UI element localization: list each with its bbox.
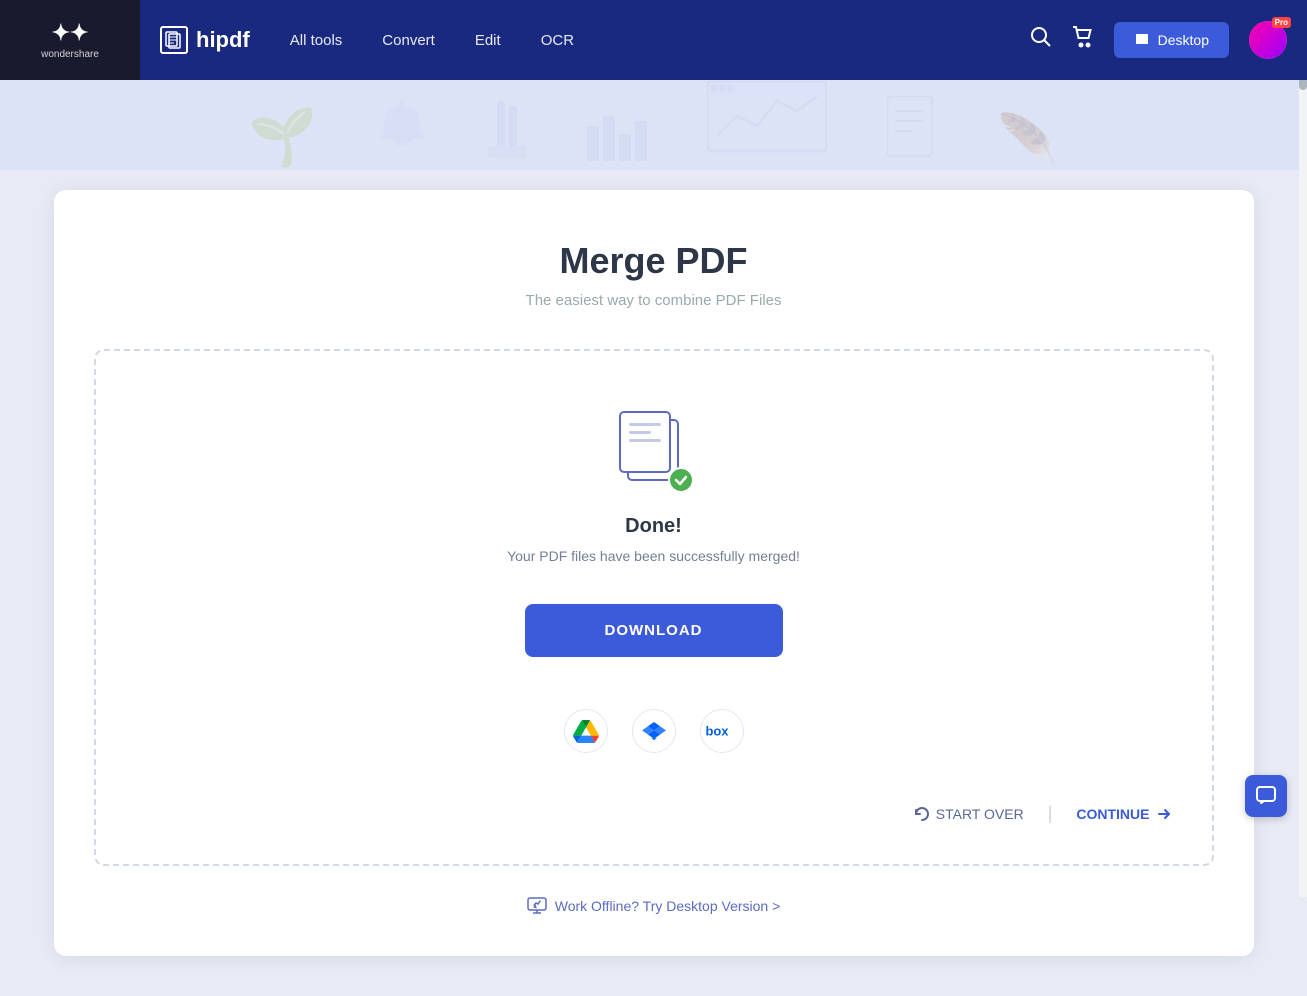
main-card: Merge PDF The easiest way to combine PDF…	[54, 190, 1254, 956]
wondershare-logo: ✦✦ wondershare	[41, 20, 99, 60]
start-over-button[interactable]: START OVER	[914, 806, 1024, 822]
page-subtitle: The easiest way to combine PDF Files	[94, 292, 1214, 309]
hero-feather-icon: 🪶	[997, 111, 1059, 170]
gdrive-button[interactable]	[564, 709, 608, 753]
doc-line-2	[629, 431, 651, 434]
desktop-banner-text: Work Offline? Try Desktop Version >	[555, 898, 781, 914]
svg-text:box: box	[705, 723, 729, 738]
desktop-btn-label: Desktop	[1158, 32, 1209, 48]
merged-doc-icon	[619, 411, 689, 491]
doc-front	[619, 411, 671, 473]
hero-chart-icon	[587, 106, 647, 166]
brand-logo[interactable]: ✦✦ wondershare	[0, 0, 140, 80]
nav-edit[interactable]: Edit	[475, 32, 501, 49]
download-wrapper: DOWNLOAD	[136, 604, 1172, 685]
pro-badge: Pro	[1272, 17, 1291, 28]
hipdf-logo[interactable]: hipdf	[160, 26, 250, 54]
doc-line-3	[629, 439, 661, 442]
scrollbar[interactable]	[1299, 0, 1307, 897]
user-avatar[interactable]: Pro	[1249, 21, 1287, 59]
desktop-banner-icon	[527, 896, 547, 916]
nav-convert[interactable]: Convert	[382, 32, 435, 49]
hero-background: 🌱	[0, 80, 1307, 170]
hero-doc-icon	[887, 96, 937, 166]
continue-button[interactable]: CONTINUE	[1076, 806, 1171, 822]
nav-ocr[interactable]: OCR	[541, 32, 574, 49]
cart-button[interactable]	[1072, 26, 1094, 54]
hero-pencils-icon	[487, 101, 527, 166]
chat-button[interactable]	[1245, 775, 1287, 817]
hero-monitor-icon	[707, 81, 827, 166]
start-over-label: START OVER	[936, 806, 1024, 822]
success-icon-wrapper	[136, 411, 1172, 491]
actions-divider: |	[1048, 803, 1053, 824]
desktop-button[interactable]: Desktop	[1114, 22, 1229, 58]
continue-label: CONTINUE	[1076, 806, 1149, 822]
bottom-actions: START OVER | CONTINUE	[136, 783, 1172, 824]
hero-plant-icon: 🌱	[248, 104, 318, 170]
nav-links: All tools Convert Edit OCR	[290, 32, 1030, 49]
nav-actions: Desktop Pro	[1030, 21, 1287, 59]
done-subtitle: Your PDF files have been successfully me…	[136, 548, 1172, 564]
box-button[interactable]: box	[700, 709, 744, 753]
hipdf-text: hipdf	[196, 27, 250, 53]
hero-icons: 🌱	[248, 81, 1060, 170]
main-content: Merge PDF The easiest way to combine PDF…	[0, 170, 1307, 996]
desktop-banner[interactable]: Work Offline? Try Desktop Version >	[94, 896, 1214, 916]
nav-all-tools[interactable]: All tools	[290, 32, 343, 49]
dropbox-button[interactable]	[632, 709, 676, 753]
wondershare-label: wondershare	[41, 49, 99, 60]
download-button[interactable]: DOWNLOAD	[525, 604, 783, 657]
search-button[interactable]	[1030, 26, 1052, 54]
result-area: Done! Your PDF files have been successfu…	[94, 349, 1214, 866]
cloud-icons-row: box	[136, 709, 1172, 753]
doc-line-1	[629, 423, 661, 426]
hipdf-icon-box	[160, 26, 188, 54]
hero-bell-icon	[377, 99, 427, 166]
done-title: Done!	[136, 515, 1172, 538]
navbar: ✦✦ wondershare hipdf All tools Convert E…	[0, 0, 1307, 80]
doc-lines	[621, 413, 669, 457]
page-title: Merge PDF	[94, 240, 1214, 282]
check-circle	[668, 467, 694, 493]
